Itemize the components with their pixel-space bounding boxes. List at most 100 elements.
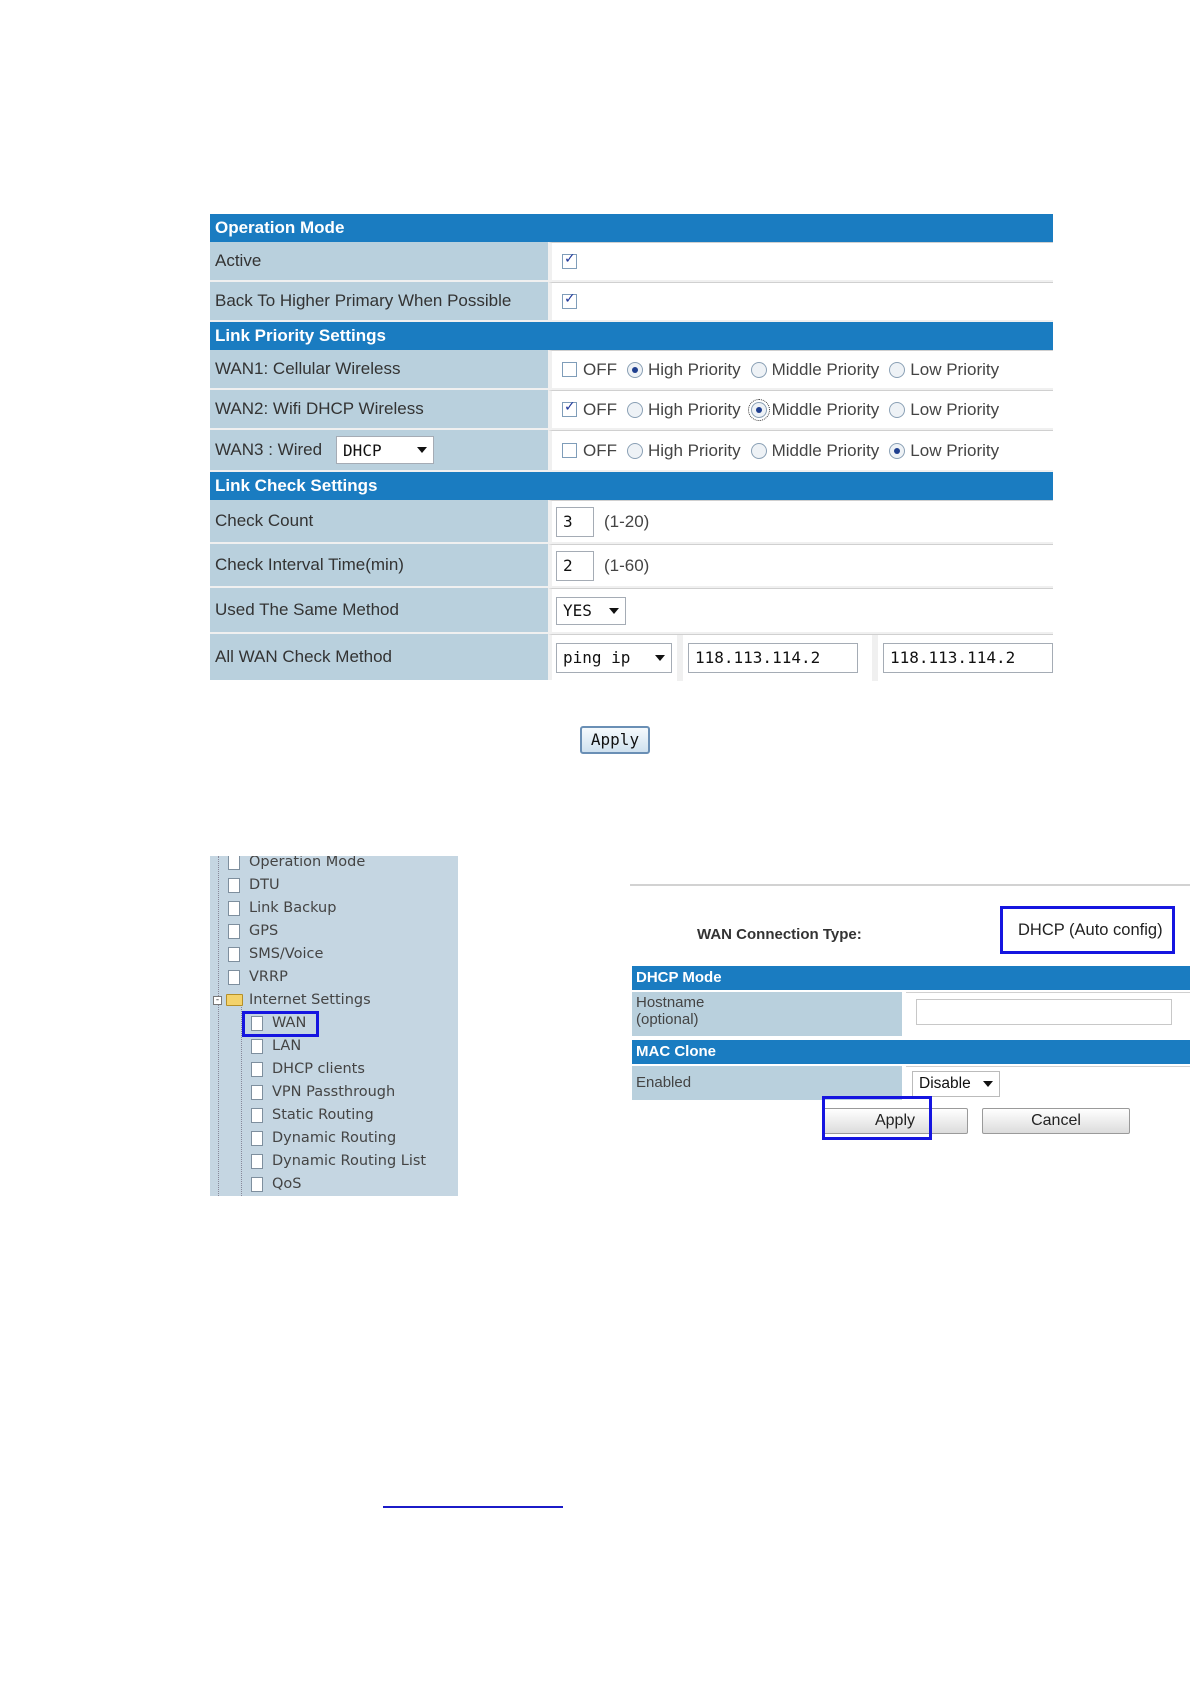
tree-item-vrrp[interactable]: VRRP	[228, 967, 288, 987]
all-wan-method-row: All WAN Check Method ping ip 118.113.114…	[210, 634, 1053, 681]
hostname-label: Hostname (optional)	[632, 992, 902, 1036]
ip1-input[interactable]: 118.113.114.2	[688, 642, 858, 673]
back-higher-checkbox[interactable]	[562, 291, 577, 309]
wan2-high-radio[interactable]	[627, 401, 643, 418]
tree-item-qos[interactable]: QoS	[251, 1174, 302, 1194]
low-priority-label: Low Priority	[910, 359, 1000, 379]
divider	[630, 884, 1190, 886]
link-check-header: Link Check Settings	[210, 472, 1053, 500]
wan1-low-radio[interactable]	[889, 361, 906, 378]
wan3-low-radio[interactable]	[889, 442, 906, 459]
enabled-label: Enabled	[632, 1066, 902, 1100]
navigation-tree: Operation Mode DTU Link Backup GPS SMS/V…	[210, 856, 458, 1196]
middle-priority-label: Middle Priority	[771, 359, 880, 379]
check-interval-input[interactable]: 2	[556, 550, 594, 581]
check-interval-row: Check Interval Time(min) 2 (1-60)	[210, 544, 1053, 588]
page-icon	[228, 946, 240, 962]
chevron-down-icon	[983, 1081, 993, 1087]
wan1-label: WAN1: Cellular Wireless	[210, 350, 548, 388]
off-label: OFF	[583, 399, 617, 419]
page-icon	[251, 1038, 263, 1054]
wan3-row: WAN3 : Wired DHCP OFF High Priority Midd…	[210, 430, 1053, 472]
wan3-high-radio[interactable]	[627, 442, 643, 459]
tree-item-static-routing[interactable]: Static Routing	[251, 1105, 374, 1125]
tree-item-lan[interactable]: LAN	[251, 1036, 301, 1056]
same-method-value: YES	[563, 601, 592, 620]
page-icon	[251, 1153, 263, 1169]
tree-item-operation-mode[interactable]: Operation Mode	[228, 856, 365, 872]
page-icon	[251, 1107, 263, 1123]
back-higher-row: Back To Higher Primary When Possible	[210, 282, 1053, 322]
page-icon	[228, 969, 240, 985]
dhcp-mode-header: DHCP Mode	[632, 966, 1190, 990]
wan2-middle-radio[interactable]	[747, 398, 770, 421]
wan-highlight-box	[242, 1011, 319, 1037]
tree-item-dhcp-clients[interactable]: DHCP clients	[251, 1059, 365, 1079]
high-priority-label: High Priority	[648, 440, 741, 460]
wan1-middle-radio[interactable]	[750, 361, 767, 378]
mac-clone-header: MAC Clone	[632, 1040, 1190, 1064]
wan1-off-checkbox[interactable]	[562, 362, 577, 377]
tree-folder-internet-settings[interactable]: - Internet Settings	[213, 990, 371, 1010]
ip2-input[interactable]: 118.113.114.2	[883, 642, 1053, 673]
check-count-label: Check Count	[210, 500, 548, 542]
mac-clone-value: Disable	[919, 1075, 971, 1092]
active-checkbox[interactable]	[562, 251, 577, 269]
tree-item-vpn-passthrough[interactable]: VPN Passthrough	[251, 1082, 395, 1102]
wan2-row: WAN2: Wifi DHCP Wireless OFF High Priori…	[210, 390, 1053, 430]
folder-icon	[226, 994, 243, 1006]
tree-item-dynamic-routing-list[interactable]: Dynamic Routing List	[251, 1151, 426, 1171]
page-icon	[251, 1130, 263, 1146]
apply-button[interactable]: Apply	[580, 726, 650, 754]
page-icon	[251, 1176, 263, 1192]
wan3-type-value: DHCP	[343, 440, 382, 460]
apply-highlight-box	[822, 1096, 932, 1140]
wan2-off-checkbox[interactable]	[562, 399, 577, 417]
wan2-label: WAN2: Wifi DHCP Wireless	[210, 390, 548, 428]
hostname-input[interactable]	[916, 999, 1172, 1025]
check-count-row: Check Count 3 (1-20)	[210, 500, 1053, 544]
wan3-off-checkbox[interactable]	[562, 443, 577, 458]
off-label: OFF	[583, 440, 617, 460]
wan1-high-radio[interactable]	[627, 361, 643, 378]
same-method-row: Used The Same Method YES	[210, 588, 1053, 634]
operation-mode-header: Operation Mode	[210, 214, 1053, 242]
wan3-type-select[interactable]: DHCP	[336, 436, 435, 464]
link-priority-header: Link Priority Settings	[210, 322, 1053, 350]
wan2-low-radio[interactable]	[889, 401, 906, 418]
page-icon	[228, 877, 240, 893]
back-higher-label: Back To Higher Primary When Possible	[210, 282, 548, 320]
check-method-select[interactable]: ping ip	[556, 642, 672, 673]
page-icon	[228, 923, 240, 939]
tree-item-link-backup[interactable]: Link Backup	[228, 898, 336, 918]
tree-item-sms-voice[interactable]: SMS/Voice	[228, 944, 323, 964]
wan3-label: WAN3 : Wired	[215, 440, 323, 459]
check-interval-label: Check Interval Time(min)	[210, 544, 548, 586]
low-priority-label: Low Priority	[910, 440, 1000, 460]
same-method-label: Used The Same Method	[210, 588, 548, 632]
wan-cancel-button[interactable]: Cancel	[982, 1108, 1130, 1134]
page-icon	[228, 900, 240, 916]
tree-item-dynamic-routing[interactable]: Dynamic Routing	[251, 1128, 396, 1148]
check-interval-range: (1-60)	[604, 555, 650, 575]
all-wan-method-label: All WAN Check Method	[210, 634, 548, 680]
same-method-select[interactable]: YES	[556, 596, 626, 625]
chevron-down-icon	[417, 447, 428, 453]
mac-clone-select[interactable]: Disable	[912, 1071, 1000, 1097]
high-priority-label: High Priority	[648, 399, 741, 419]
tree-item-dtu[interactable]: DTU	[228, 875, 280, 895]
page-icon	[251, 1084, 263, 1100]
collapse-icon[interactable]: -	[213, 995, 222, 1005]
wan1-row: WAN1: Cellular Wireless OFF High Priorit…	[210, 350, 1053, 390]
check-count-range: (1-20)	[604, 511, 650, 531]
middle-priority-label: Middle Priority	[771, 399, 880, 419]
wan3-middle-radio[interactable]	[750, 442, 767, 459]
check-count-input[interactable]: 3	[556, 506, 594, 537]
high-priority-label: High Priority	[648, 359, 741, 379]
link-underline	[383, 1506, 563, 1508]
chevron-down-icon	[609, 607, 619, 614]
middle-priority-label: Middle Priority	[771, 440, 880, 460]
check-method-value: ping ip	[563, 648, 631, 667]
wan-connection-type-select[interactable]: DHCP (Auto config)	[1000, 906, 1175, 954]
tree-item-gps[interactable]: GPS	[228, 921, 278, 941]
